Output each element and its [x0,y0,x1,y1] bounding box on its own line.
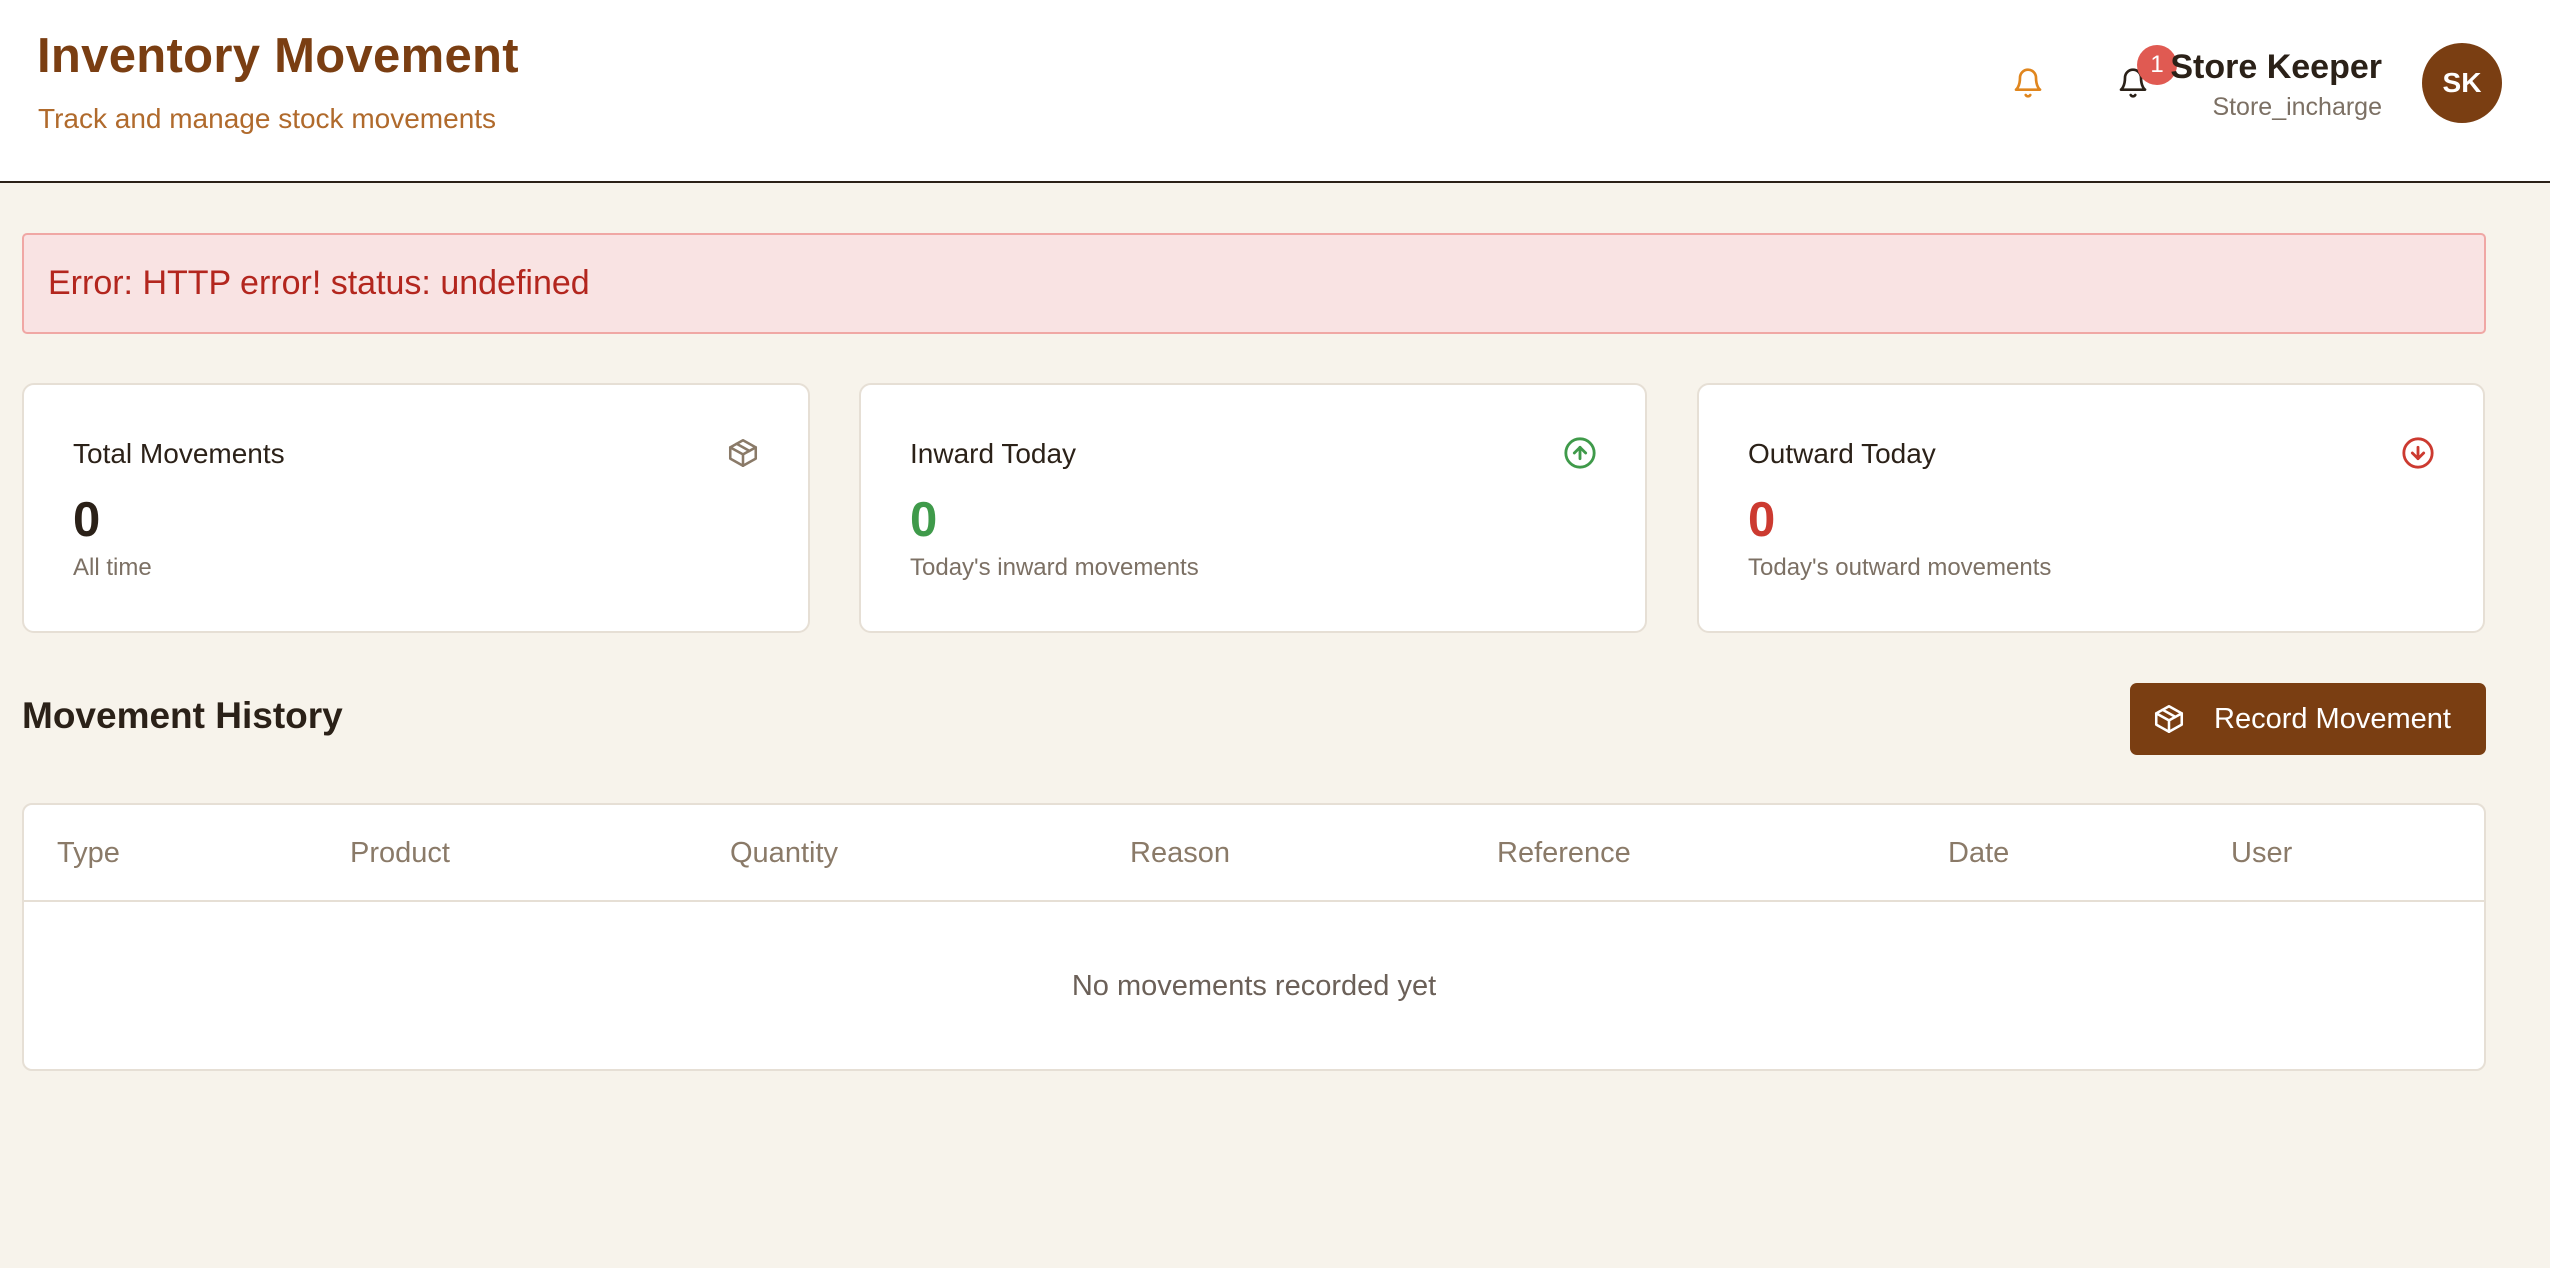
app-root: Inventory Movement Track and manage stoc… [0,0,2550,1268]
package-icon [2154,704,2184,734]
stat-card-title: Outward Today [1748,438,1936,469]
column-header-product[interactable]: Product [350,837,450,870]
section-title-movement-history: Movement History [22,695,343,736]
column-header-type[interactable]: Type [57,837,120,870]
package-icon [728,438,758,468]
user-name: Store Keeper [2170,48,2382,86]
scrollbar-track[interactable] [2550,0,2566,1268]
user-role: Store_incharge [2212,93,2382,121]
arrow-down-circle-icon [2402,437,2434,469]
arrow-up-circle-icon [1564,437,1596,469]
column-header-user[interactable]: User [2231,837,2292,870]
page-title: Inventory Movement [37,29,519,83]
page-header: Inventory Movement Track and manage stoc… [0,0,2550,183]
stat-card-value: 0 [73,493,101,547]
column-header-date[interactable]: Date [1948,837,2009,870]
stat-card-value: 0 [1748,493,1776,547]
avatar[interactable]: SK [2422,43,2502,123]
alerts-bell-button[interactable] [1998,53,2058,113]
error-banner: Error: HTTP error! status: undefined [22,233,2486,334]
empty-state-message: No movements recorded yet [1071,970,1437,1002]
record-movement-button[interactable]: Record Movement [2130,683,2486,755]
column-header-reason[interactable]: Reason [1130,837,1230,870]
column-header-reference[interactable]: Reference [1497,837,1631,870]
stat-card-title: Inward Today [910,438,1077,469]
stat-card-caption: Today's outward movements [1748,554,2052,581]
stat-card-caption: Today's inward movements [910,554,1199,581]
movement-history-table: Type Product Quantity Reason Reference D… [22,803,2486,1071]
error-message: Error: HTTP error! status: undefined [48,264,590,302]
stat-card-value: 0 [910,493,938,547]
bell-icon [2014,68,2042,98]
table-header-row: Type Product Quantity Reason Reference D… [24,805,2484,902]
stat-card-inward-today: Inward Today 0 Today's inward movements [859,383,1647,633]
stat-card-outward-today: Outward Today 0 Today's outward movement… [1697,383,2485,633]
stat-card-total-movements: Total Movements 0 All time [22,383,810,633]
column-header-quantity[interactable]: Quantity [730,837,838,870]
record-movement-label: Record Movement [2214,702,2451,735]
stat-card-caption: All time [73,554,152,581]
page-subtitle: Track and manage stock movements [38,103,497,134]
stat-card-title: Total Movements [73,438,285,469]
